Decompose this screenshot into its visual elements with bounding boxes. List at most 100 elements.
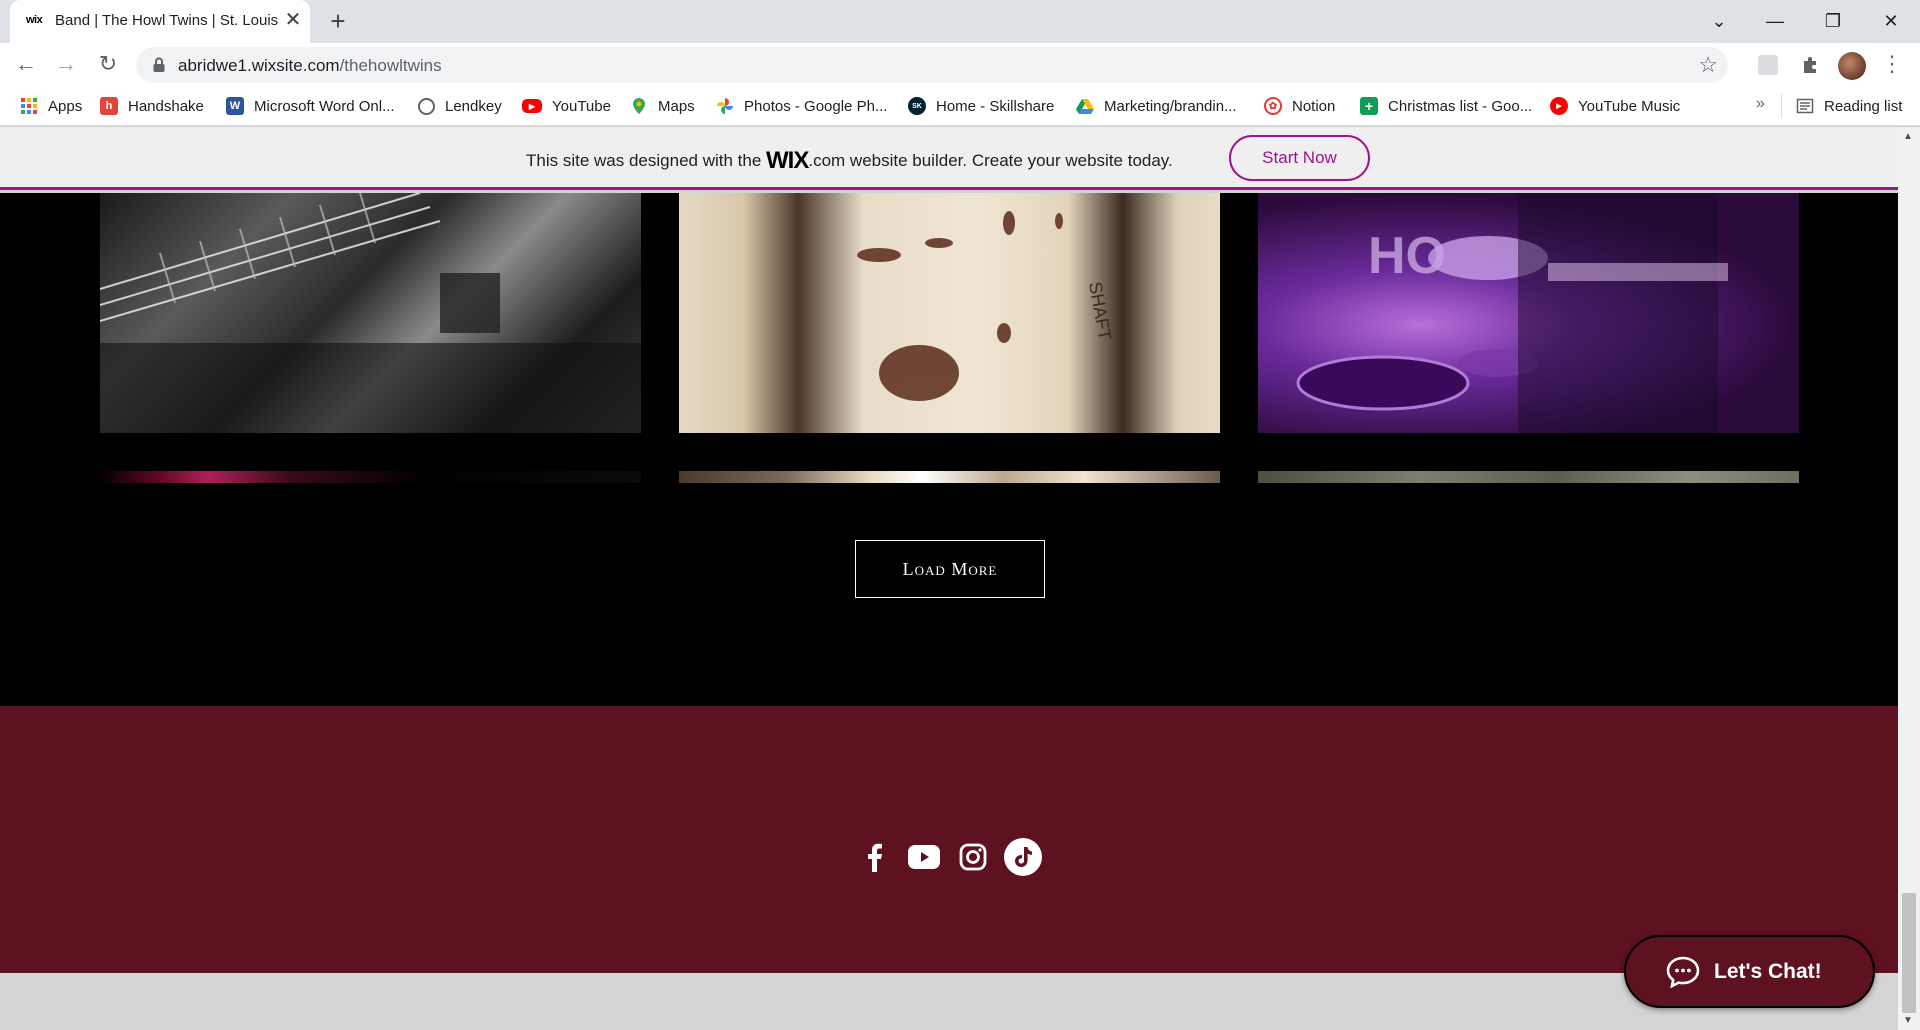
bookmarks-overflow-icon[interactable]: » bbox=[1756, 95, 1765, 113]
gallery-photo-row2-1[interactable] bbox=[100, 471, 641, 483]
bookmark-label: Apps bbox=[48, 97, 83, 115]
bookmark-youtube[interactable]: ▶ YouTube bbox=[522, 95, 611, 117]
svg-text:SHAFT: SHAFT bbox=[1085, 280, 1115, 342]
reading-list-button[interactable]: Reading list bbox=[1796, 95, 1902, 117]
bookmark-notion[interactable]: ✿ Notion bbox=[1264, 95, 1335, 117]
close-window-button[interactable]: ✕ bbox=[1868, 4, 1914, 38]
wix-logo: WIX bbox=[766, 147, 809, 174]
bookmark-label: Lendkey bbox=[445, 97, 502, 115]
gallery-photo-guitarist[interactable] bbox=[100, 193, 641, 433]
forward-button[interactable]: → bbox=[50, 49, 82, 81]
site-footer bbox=[0, 706, 1898, 973]
bookmark-youtube-music[interactable]: ▶ YouTube Music bbox=[1550, 95, 1680, 117]
skillshare-icon: SK bbox=[908, 97, 926, 115]
scroll-thumb[interactable] bbox=[1902, 893, 1916, 1013]
minimize-button[interactable]: — bbox=[1752, 4, 1798, 38]
bookmark-lendkey[interactable]: Lendkey bbox=[418, 95, 502, 117]
browser-menu-icon[interactable]: ⋮ bbox=[1880, 49, 1904, 79]
lock-icon bbox=[153, 57, 165, 72]
blood-splatter-graphic: SHAFT bbox=[857, 211, 1115, 401]
scroll-up-arrow-icon[interactable]: ▲ bbox=[1903, 131, 1913, 142]
bookmark-label: Home - Skillshare bbox=[936, 97, 1055, 115]
wix-logo-suffix: .com bbox=[808, 151, 846, 170]
url-host: abridwe1.wixsite.com bbox=[178, 56, 340, 75]
tab-close-icon[interactable]: ✕ bbox=[282, 8, 304, 32]
new-tab-button[interactable]: + bbox=[322, 6, 354, 38]
bookmark-skillshare[interactable]: SK Home - Skillshare bbox=[908, 95, 1054, 117]
extensions-puzzle-icon[interactable] bbox=[1798, 52, 1824, 78]
word-icon: W bbox=[226, 97, 244, 115]
bookmark-word[interactable]: W Microsoft Word Onl... bbox=[226, 95, 395, 117]
photo-gallery: SHAFT HO Load More bbox=[0, 193, 1898, 706]
browser-toolbar: ← → ↻ abridwe1.wixsite.com/thehowltwins … bbox=[0, 43, 1920, 86]
extension-icon[interactable] bbox=[1758, 55, 1778, 75]
wix-banner-text-after: website builder. Create your website tod… bbox=[845, 151, 1173, 170]
youtube-icon: ▶ bbox=[522, 99, 542, 113]
gallery-photo-row2-2[interactable] bbox=[679, 471, 1220, 483]
address-bar[interactable]: abridwe1.wixsite.com/thehowltwins ☆ bbox=[136, 47, 1728, 83]
tab-active[interactable]: wix Band | The Howl Twins | St. Louis ✕ bbox=[10, 0, 310, 43]
facebook-link[interactable] bbox=[854, 837, 894, 877]
url-text: abridwe1.wixsite.com/thehowltwins bbox=[178, 56, 442, 76]
back-button[interactable]: ← bbox=[10, 49, 42, 81]
bookmark-handshake[interactable]: h Handshake bbox=[100, 95, 204, 117]
google-photos-icon bbox=[717, 98, 733, 114]
reload-button[interactable]: ↻ bbox=[92, 49, 124, 81]
facebook-icon bbox=[868, 843, 882, 872]
tiktok-icon bbox=[1004, 838, 1042, 876]
google-drive-icon bbox=[1076, 99, 1094, 114]
wix-promo-banner: This site was designed with the WIX.com … bbox=[0, 127, 1898, 190]
youtube-link[interactable] bbox=[904, 837, 944, 877]
instagram-link[interactable] bbox=[953, 837, 993, 877]
tab-search-icon[interactable]: ⌄ bbox=[1696, 4, 1742, 38]
handshake-icon: h bbox=[100, 97, 118, 115]
youtube-icon bbox=[908, 845, 940, 869]
apps-grid-icon bbox=[21, 98, 37, 114]
lets-chat-button[interactable]: Let's Chat! bbox=[1624, 935, 1875, 1008]
bookmark-label: Notion bbox=[1292, 97, 1336, 115]
tab-title: Band | The Howl Twins | St. Louis bbox=[55, 12, 279, 29]
maps-pin-icon bbox=[633, 98, 645, 114]
drum-kit-graphic: HO bbox=[1296, 193, 1728, 433]
wix-banner-text-before: This site was designed with the bbox=[526, 151, 767, 170]
scroll-down-arrow-icon[interactable]: ▼ bbox=[1903, 1015, 1913, 1026]
chat-label: Let's Chat! bbox=[1714, 960, 1822, 983]
bookmark-label: YouTube Music bbox=[1578, 97, 1681, 115]
bookmark-photos[interactable]: Photos - Google Ph... bbox=[716, 95, 887, 117]
profile-avatar[interactable] bbox=[1838, 52, 1866, 80]
wix-favicon-icon: wix bbox=[26, 14, 43, 26]
chat-bubble-icon bbox=[1666, 956, 1700, 988]
gallery-photo-bloody-shirt[interactable]: SHAFT bbox=[679, 193, 1220, 433]
start-now-button[interactable]: Start Now bbox=[1229, 135, 1370, 181]
bookmark-label: Microsoft Word Onl... bbox=[254, 97, 395, 115]
reading-list-label: Reading list bbox=[1824, 97, 1903, 115]
globe-icon bbox=[418, 97, 435, 115]
restore-button[interactable]: ❐ bbox=[1810, 4, 1856, 38]
reading-list-icon bbox=[1796, 98, 1814, 114]
bookmark-drive[interactable]: Marketing/brandin... bbox=[1076, 95, 1237, 117]
browser-window: wix Band | The Howl Twins | St. Louis ✕ … bbox=[0, 0, 1920, 1030]
bookmark-christmas-list[interactable]: + Christmas list - Goo... bbox=[1360, 95, 1532, 117]
page-scrollbar[interactable]: ▲ ▼ bbox=[1898, 127, 1920, 1030]
page-content: This site was designed with the WIX.com … bbox=[0, 127, 1898, 1030]
load-more-button[interactable]: Load More bbox=[855, 540, 1045, 598]
tiktok-link[interactable] bbox=[1003, 837, 1043, 877]
bookmark-label: YouTube bbox=[552, 97, 611, 115]
instagram-icon bbox=[959, 843, 987, 871]
bookmark-maps[interactable]: Maps bbox=[630, 95, 695, 117]
bookmark-label: Marketing/brandin... bbox=[1104, 97, 1237, 115]
bookmark-label: Handshake bbox=[128, 97, 204, 115]
gallery-photo-drummer[interactable]: HO bbox=[1258, 193, 1799, 433]
bookmark-apps[interactable]: Apps bbox=[20, 95, 82, 117]
notion-icon: ✿ bbox=[1264, 97, 1282, 115]
gallery-photo-row2-3[interactable] bbox=[1258, 471, 1799, 483]
bookmark-star-icon[interactable]: ☆ bbox=[1698, 52, 1718, 78]
bookmarks-bar: Apps h Handshake W Microsoft Word Onl...… bbox=[0, 86, 1920, 126]
bookmarks-divider bbox=[1781, 94, 1782, 118]
tab-strip: wix Band | The Howl Twins | St. Louis ✕ … bbox=[0, 0, 1920, 43]
google-sheets-icon: + bbox=[1360, 97, 1378, 115]
bookmark-label: Christmas list - Goo... bbox=[1388, 97, 1533, 115]
bookmark-label: Maps bbox=[658, 97, 695, 115]
url-path: /thehowltwins bbox=[339, 56, 442, 75]
guitar-neck-graphic bbox=[100, 193, 641, 433]
